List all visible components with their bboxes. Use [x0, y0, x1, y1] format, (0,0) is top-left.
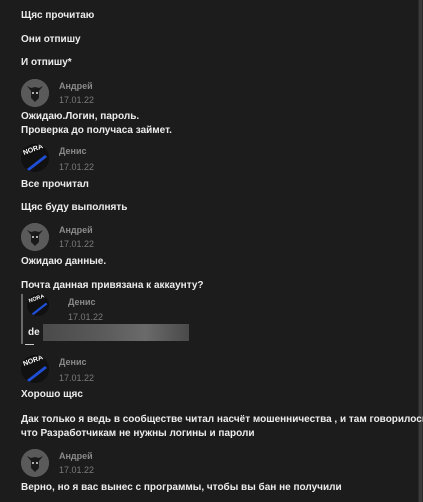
message-text: Щяс прочитаю: [21, 10, 95, 21]
nora-avatar-icon: NORA: [27, 294, 49, 316]
message-date: 17.01.22: [68, 312, 104, 322]
message-date: 17.01.22: [59, 373, 95, 383]
message-text: Хорошо щяс: [21, 389, 83, 400]
message-text: Дак только я ведь в сообществе читал нас…: [21, 414, 423, 425]
dog-avatar-icon: [21, 223, 49, 251]
avatar: NORA: [27, 294, 49, 316]
author-name[interactable]: Денис: [59, 357, 87, 367]
message-date: 17.01.22: [59, 239, 95, 249]
message-text: Почта данная привязана к аккаунту?: [21, 280, 204, 291]
message-text: Щяс буду выполнять: [21, 202, 128, 213]
chat-log: Щяс прочитаю Они отпишу И отпишу* Андрей…: [0, 0, 423, 502]
avatar[interactable]: NORA: [21, 144, 49, 172]
quoted-text: de: [28, 327, 40, 338]
message-text: Они отпишу: [21, 34, 81, 45]
avatar[interactable]: [21, 223, 49, 251]
author-name[interactable]: Андрей: [59, 81, 93, 91]
dog-avatar-icon: [21, 79, 49, 107]
message-text: Ожидаю данные.: [21, 256, 107, 267]
quoted-message[interactable]: NORA Денис 17.01.22 de: [21, 294, 189, 344]
avatar[interactable]: NORA: [21, 355, 49, 383]
text-cursor: [25, 344, 34, 345]
author-name: Денис: [68, 297, 96, 307]
message-text: Все прочитал: [21, 179, 89, 190]
message-text: И отпишу*: [21, 57, 72, 68]
message-date: 17.01.22: [59, 465, 95, 475]
redacted-blur: [43, 324, 189, 341]
dog-avatar-icon: [21, 449, 49, 477]
avatar[interactable]: [21, 449, 49, 477]
author-name[interactable]: Андрей: [59, 451, 93, 461]
message-text: Ожидаю.Логин, пароль.: [21, 111, 140, 122]
nora-avatar-icon: NORA: [21, 144, 49, 172]
author-name[interactable]: Андрей: [59, 225, 93, 235]
message-text: Верно, но я вас вынес с программы, чтобы…: [21, 482, 342, 493]
nora-avatar-icon: NORA: [21, 355, 49, 383]
message-text: что Разработчикам не нужны логины и паро…: [21, 428, 255, 439]
message-date: 17.01.22: [59, 162, 95, 172]
message-date: 17.01.22: [59, 95, 95, 105]
author-name[interactable]: Денис: [59, 146, 87, 156]
avatar[interactable]: [21, 79, 49, 107]
message-text: Проверка до получаса займет.: [21, 125, 172, 136]
